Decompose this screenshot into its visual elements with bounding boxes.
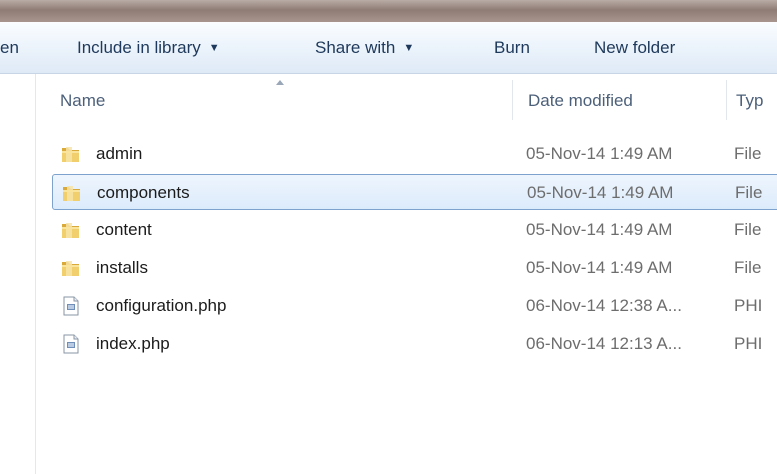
- file-type: File: [734, 220, 762, 239]
- file-date-modified: 06-Nov-14 12:13 A...: [526, 334, 682, 353]
- file-date-modified: 05-Nov-14 1:49 AM: [526, 258, 673, 277]
- column-header-type[interactable]: Typ: [736, 74, 763, 126]
- file-type: File: [735, 183, 763, 202]
- include-in-library-label: Include in library: [77, 38, 201, 57]
- folder-icon: [61, 182, 83, 204]
- explorer-window: en Include in library ▼ Share with ▼ Burn …: [0, 0, 777, 474]
- file-row[interactable]: configuration.php 06-Nov-14 12:38 A... PHI: [52, 288, 777, 324]
- file-row[interactable]: components 05-Nov-14 1:49 AM File: [52, 174, 777, 210]
- file-row[interactable]: installs 05-Nov-14 1:49 AM File: [52, 250, 777, 286]
- file-type: File: [734, 258, 762, 277]
- command-bar: en Include in library ▼ Share with ▼ Burn …: [0, 22, 777, 74]
- file-name: admin: [96, 144, 143, 163]
- column-divider[interactable]: [512, 80, 513, 120]
- column-header-name[interactable]: Name: [60, 74, 105, 126]
- sort-ascending-icon: [276, 80, 284, 85]
- toolbar-truncated-button[interactable]: en: [0, 22, 19, 74]
- window-title-bar[interactable]: [0, 0, 777, 22]
- column-header-date-modified[interactable]: Date modified: [528, 74, 633, 126]
- share-with-button[interactable]: Share with ▼: [315, 22, 414, 74]
- file-name: components: [97, 183, 190, 202]
- file-row[interactable]: index.php 06-Nov-14 12:13 A... PHI: [52, 326, 777, 362]
- php-file-icon: [60, 295, 82, 317]
- chevron-down-icon: ▼: [403, 42, 415, 54]
- folder-icon: [60, 219, 82, 241]
- navigation-pane[interactable]: [0, 74, 36, 474]
- file-date-modified: 05-Nov-14 1:49 AM: [527, 183, 674, 202]
- file-type: File: [734, 144, 762, 163]
- folder-icon: [60, 257, 82, 279]
- php-file-icon: [60, 333, 82, 355]
- file-date-modified: 05-Nov-14 1:49 AM: [526, 220, 673, 239]
- include-in-library-button[interactable]: Include in library ▼: [77, 22, 220, 74]
- file-date-modified: 06-Nov-14 12:38 A...: [526, 296, 682, 315]
- file-type: PHI: [734, 334, 763, 353]
- file-name: configuration.php: [96, 296, 227, 315]
- column-divider[interactable]: [726, 80, 727, 120]
- file-type: PHI: [734, 296, 763, 315]
- folder-icon: [60, 143, 82, 165]
- file-row[interactable]: content 05-Nov-14 1:49 AM File: [52, 212, 777, 248]
- file-name: index.php: [96, 334, 170, 353]
- file-name: installs: [96, 258, 148, 277]
- file-row[interactable]: admin 05-Nov-14 1:49 AM File: [52, 136, 777, 172]
- file-name: content: [96, 220, 152, 239]
- burn-button[interactable]: Burn: [494, 22, 530, 74]
- chevron-down-icon: ▼: [208, 42, 220, 54]
- file-date-modified: 05-Nov-14 1:49 AM: [526, 144, 673, 163]
- share-with-label: Share with: [315, 38, 396, 57]
- column-header-row: Name Date modified Typ: [36, 74, 777, 126]
- new-folder-button[interactable]: New folder: [594, 22, 675, 74]
